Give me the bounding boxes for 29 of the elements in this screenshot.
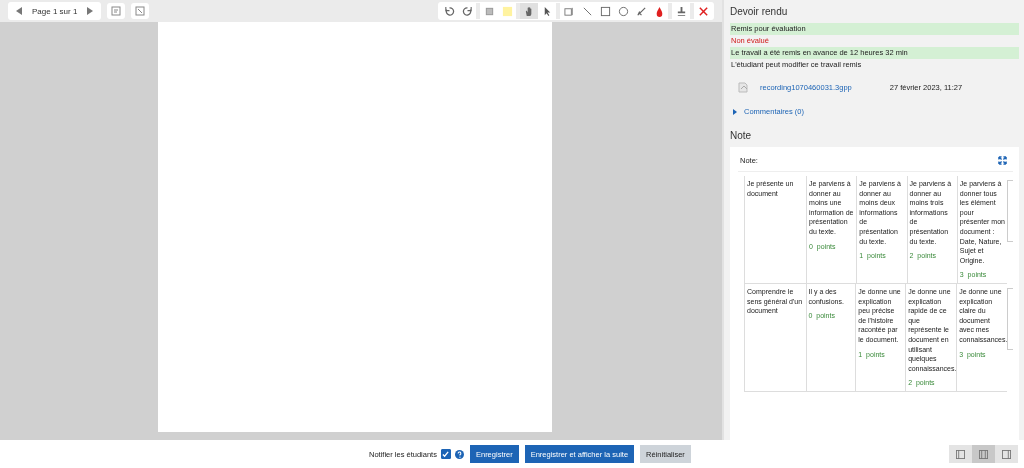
layout-both-icon <box>979 449 988 459</box>
left-triangle-icon <box>14 6 24 16</box>
expand-icon <box>135 6 146 16</box>
help-icon[interactable] <box>454 449 464 459</box>
expand-button[interactable] <box>131 3 150 19</box>
rotate-right-icon <box>461 5 473 17</box>
line-icon <box>581 5 593 17</box>
rectangle-icon <box>599 5 611 17</box>
fullscreen-icon[interactable] <box>998 156 1007 165</box>
layout-button[interactable] <box>949 445 972 463</box>
pen-icon <box>635 5 647 17</box>
remark-field[interactable] <box>1007 287 1013 350</box>
notify-checkbox[interactable] <box>440 449 451 459</box>
close-icon <box>697 5 709 17</box>
square-icon <box>483 5 495 17</box>
layout-button[interactable] <box>995 445 1018 463</box>
layout-button[interactable] <box>972 445 995 463</box>
rotate-left-icon <box>443 5 455 17</box>
circle-icon <box>617 5 629 17</box>
remark-field[interactable] <box>1007 180 1013 242</box>
layout-right-icon <box>1002 449 1011 459</box>
stamp-icon <box>675 5 687 17</box>
document-icon <box>111 6 122 16</box>
section-heading: Note <box>730 130 753 141</box>
layout-left-icon <box>956 449 965 459</box>
color-swatch-icon <box>501 5 513 17</box>
section-heading: Devoir rendu <box>730 6 789 17</box>
hand-tool-button[interactable] <box>520 3 538 19</box>
page-indicator: Page 1 sur 1 <box>31 6 79 16</box>
